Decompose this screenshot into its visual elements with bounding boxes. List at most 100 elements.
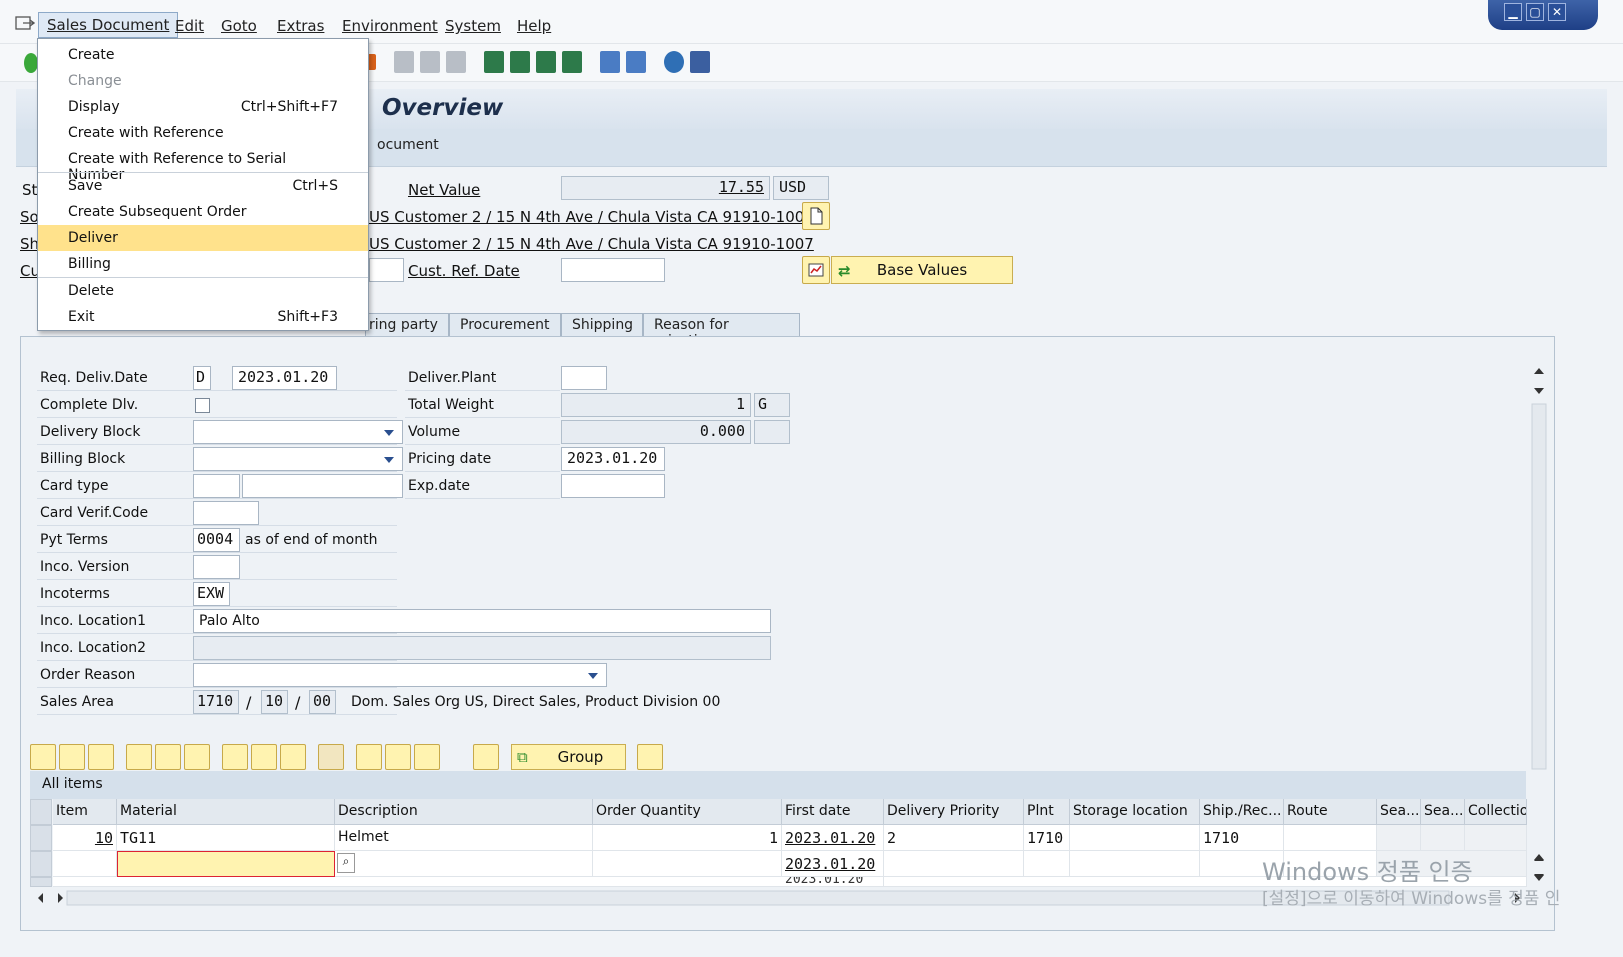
cell-plant[interactable] — [1024, 851, 1070, 877]
menu-item-display[interactable]: Display Ctrl+Shift+F7 — [38, 94, 368, 120]
col-material[interactable]: Material — [117, 799, 335, 825]
print-icon[interactable] — [394, 51, 414, 73]
grid-settings-icon[interactable] — [637, 744, 663, 770]
cell-description[interactable]: Helmet — [335, 825, 593, 851]
menu-item-create-subsequent-order[interactable]: Create Subsequent Order — [38, 199, 368, 225]
row-selector[interactable] — [30, 851, 52, 877]
help-icon[interactable] — [664, 51, 684, 73]
req-deliv-date-field[interactable]: 2023.01.20 — [232, 366, 337, 390]
billing-block-dropdown[interactable] — [193, 447, 403, 471]
cell-item[interactable] — [53, 851, 117, 877]
cell-shipping-point[interactable]: 1710 — [1200, 825, 1284, 851]
vertical-scrollbar[interactable] — [1530, 364, 1548, 890]
pricing-icon[interactable] — [356, 744, 382, 770]
col-route[interactable]: Route — [1284, 799, 1377, 825]
menu-item-create[interactable]: Create — [38, 42, 368, 68]
menu-help[interactable]: Help — [517, 17, 551, 35]
col-season-2[interactable]: Sea... — [1421, 799, 1465, 825]
find-item-icon[interactable] — [251, 744, 277, 770]
shortcut-icon[interactable] — [626, 51, 646, 73]
cell-description[interactable]: ⌕ — [335, 851, 593, 877]
cell-first-date[interactable]: 2023.01.20 — [782, 851, 884, 877]
ship-to-party-text[interactable]: US Customer 2 / 15 N 4th Ave / Chula Vis… — [369, 235, 814, 253]
menu-sales-document[interactable]: Sales Document — [38, 12, 179, 38]
tab-procurement[interactable]: Procurement — [449, 313, 561, 337]
order-reason-dropdown[interactable] — [193, 663, 607, 687]
col-collection[interactable]: Collection — [1465, 799, 1527, 825]
row-selector[interactable] — [30, 877, 52, 887]
cell-plant[interactable]: 1710 — [1024, 825, 1070, 851]
analysis-icon[interactable] — [802, 256, 830, 284]
incoterms-field[interactable]: EXW — [193, 582, 230, 606]
cell-material-input[interactable] — [117, 851, 335, 877]
edit-item-icon[interactable] — [414, 744, 440, 770]
find-icon[interactable] — [420, 51, 440, 73]
card-type-field[interactable] — [193, 474, 240, 498]
group-button[interactable]: ⧉ Group — [511, 744, 626, 770]
cust-ref-date-field[interactable] — [561, 258, 665, 282]
cell-order-quantity[interactable]: 1 — [593, 825, 782, 851]
col-delivery-priority[interactable]: Delivery Priority — [884, 799, 1024, 825]
cell-item[interactable]: 10 — [53, 825, 117, 851]
insert-row-icon[interactable] — [59, 744, 85, 770]
deliver-plant-field[interactable] — [561, 366, 607, 390]
first-page-icon[interactable] — [484, 51, 504, 73]
cell-route[interactable] — [1284, 825, 1377, 851]
delete-row-icon[interactable] — [88, 744, 114, 770]
tab-shipping[interactable]: Shipping — [561, 313, 643, 337]
menu-item-exit[interactable]: Exit Shift+F3 — [38, 304, 368, 330]
col-item[interactable]: Item — [53, 799, 117, 825]
req-deliv-date-type-field[interactable]: D — [193, 366, 211, 390]
pyt-terms-field[interactable]: 0004 — [193, 528, 240, 552]
inco-location1-field[interactable]: Palo Alto — [193, 609, 771, 633]
maximize-icon[interactable]: ▢ — [1526, 3, 1544, 21]
minimize-icon[interactable]: ▁ — [1504, 3, 1522, 21]
config-icon[interactable] — [318, 744, 344, 770]
inco-version-field[interactable] — [193, 555, 240, 579]
table-vertical-scroll[interactable] — [1530, 851, 1548, 885]
sort-ascending-icon[interactable] — [222, 744, 248, 770]
menu-item-save[interactable]: Save Ctrl+S — [38, 173, 368, 199]
cell-material[interactable]: TG11 — [117, 825, 335, 851]
menu-environment[interactable]: Environment — [342, 17, 438, 35]
cust-ref-field[interactable] — [369, 258, 404, 282]
deselect-all-icon[interactable] — [184, 744, 210, 770]
enter-icon[interactable] — [24, 53, 38, 73]
schedule-lines-icon[interactable] — [385, 744, 411, 770]
menu-edit[interactable]: Edit — [175, 17, 204, 35]
app-menu-icon[interactable] — [15, 15, 35, 31]
cell-first-date[interactable]: 2023.01.20 — [782, 825, 884, 851]
select-block-icon[interactable] — [155, 744, 181, 770]
details-icon[interactable] — [30, 744, 56, 770]
menu-system[interactable]: System — [445, 17, 501, 35]
cell-delivery-priority[interactable] — [884, 851, 1024, 877]
cell-delivery-priority[interactable]: 2 — [884, 825, 1024, 851]
last-page-icon[interactable] — [562, 51, 582, 73]
menu-item-billing[interactable]: Billing — [38, 251, 368, 277]
menu-item-create-with-reference-serial[interactable]: Create with Reference to Serial Number — [38, 146, 368, 183]
cell-storage-location[interactable] — [1070, 825, 1200, 851]
select-all-icon[interactable] — [126, 744, 152, 770]
col-order-quantity[interactable]: Order Quantity — [593, 799, 782, 825]
next-page-icon[interactable] — [536, 51, 556, 73]
card-verif-code-field[interactable] — [193, 501, 259, 525]
cell-order-quantity[interactable] — [593, 851, 782, 877]
col-first-date[interactable]: First date — [782, 799, 884, 825]
exp-date-field[interactable] — [561, 474, 665, 498]
search-help-icon[interactable]: ⌕ — [337, 853, 355, 873]
find-next-icon[interactable] — [446, 51, 466, 73]
new-session-icon[interactable] — [600, 51, 620, 73]
col-season-1[interactable]: Sea... — [1377, 799, 1421, 825]
pricing-date-field[interactable]: 2023.01.20 — [561, 447, 665, 471]
sold-to-party-text[interactable]: US Customer 2 / 15 N 4th Ave / Chula Vis… — [369, 208, 814, 226]
menu-item-deliver[interactable]: Deliver — [38, 225, 368, 251]
col-description[interactable]: Description — [335, 799, 593, 825]
menu-item-delete[interactable]: Delete — [38, 278, 368, 304]
card-type-desc-field[interactable] — [242, 474, 403, 498]
col-storage-location[interactable]: Storage location — [1070, 799, 1200, 825]
menu-extras[interactable]: Extras — [277, 17, 324, 35]
menu-item-create-with-reference[interactable]: Create with Reference — [38, 120, 368, 146]
close-icon[interactable]: ✕ — [1548, 3, 1566, 21]
base-values-button[interactable]: ⇄ Base Values — [831, 256, 1013, 284]
col-plant[interactable]: Plnt — [1024, 799, 1070, 825]
